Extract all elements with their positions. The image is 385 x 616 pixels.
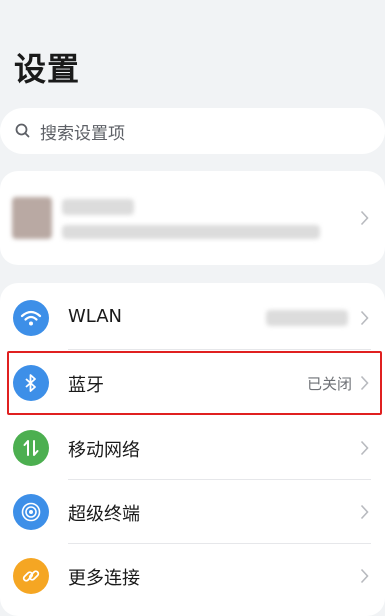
avatar [12,197,52,239]
settings-row-label: 蓝牙 [68,375,104,396]
settings-row-label: 更多连接 [68,568,140,589]
bluetooth-icon [13,365,49,401]
chevron-right-icon [360,375,369,391]
chevron-right-icon [360,310,369,326]
wlan-network-redacted [266,310,348,326]
settings-row-label: 移动网络 [68,440,140,461]
settings-row-label: WLAN [68,306,123,327]
settings-row-wlan[interactable]: WLAN [0,286,385,350]
divider [68,414,371,415]
connectivity-settings-card: WLAN 蓝牙 已关闭 移动网络 超级终端 更多连接 [0,283,385,616]
chevron-right-icon [360,504,369,520]
divider [68,349,371,350]
chevron-right-icon [360,440,369,456]
settings-row-bluetooth[interactable]: 蓝牙 已关闭 [0,351,385,415]
page-title: 设置 [14,50,81,88]
account-detail-redacted [62,225,320,239]
mobile-data-icon [13,430,49,466]
search-icon [15,123,30,138]
link-icon [13,558,49,594]
wifi-icon [13,300,49,336]
search-bar[interactable]: 搜索设置项 [0,108,385,154]
account-name-redacted [62,199,134,215]
settings-row-mobile-network[interactable]: 移动网络 [0,416,385,480]
account-card[interactable] [0,171,385,265]
settings-row-more-connections[interactable]: 更多连接 [0,544,385,608]
bluetooth-status: 已关闭 [306,375,352,393]
chevron-right-icon [360,210,369,226]
chevron-right-icon [360,568,369,584]
settings-row-super-device[interactable]: 超级终端 [0,480,385,544]
search-placeholder: 搜索设置项 [40,123,125,144]
settings-row-label: 超级终端 [68,504,140,525]
super-device-icon [13,494,49,530]
